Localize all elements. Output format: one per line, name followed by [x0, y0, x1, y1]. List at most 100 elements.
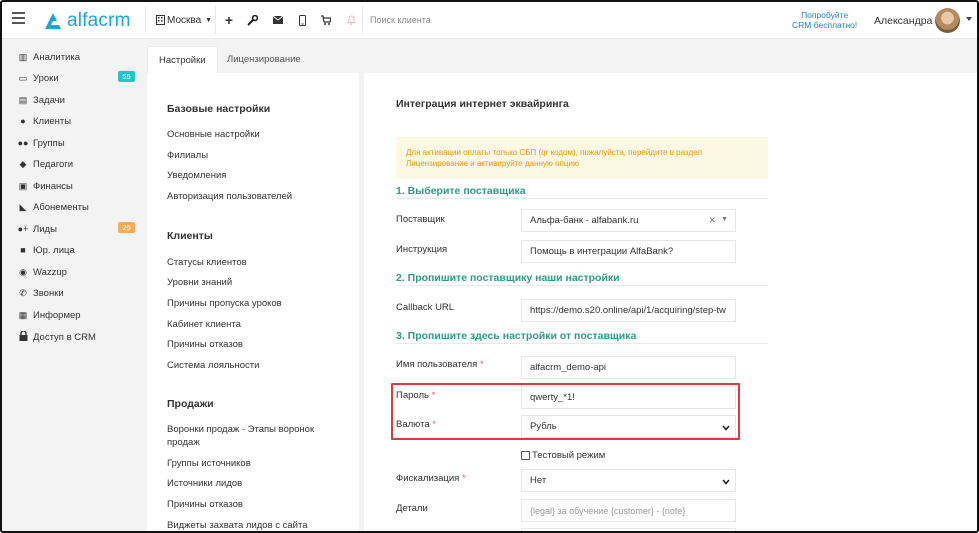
graduation-icon: ◆ [19, 158, 27, 169]
checkbox-box[interactable] [521, 451, 530, 460]
lessons-count-badge: 55 [118, 71, 135, 82]
settings-link[interactable]: Филиалы [167, 149, 352, 162]
acquiring-integration-panel: Интеграция интернет эквайринга Для актив… [364, 73, 977, 531]
try-free-link[interactable]: Попробуйте CRM бесплатно! [792, 10, 857, 30]
settings-link[interactable]: Уровни знаний [167, 276, 352, 289]
sidebar-item-tasks[interactable]: ▤ Задачи [17, 93, 137, 107]
settings-link[interactable]: Группы источников [167, 457, 352, 470]
money-icon: ▣ [18, 180, 28, 191]
lock-icon [17, 330, 29, 343]
settings-link[interactable]: Причины пропуска уроков [167, 297, 352, 310]
sidebar-item-crm-access[interactable]: Доступ в CRM [17, 330, 137, 344]
password-field[interactable]: qwerty_*1! [521, 386, 736, 409]
settings-link[interactable]: Виджеты захвата лидов с сайта [167, 519, 352, 531]
tab-licensing[interactable]: Лицензирование [216, 46, 312, 73]
sidebar-item-lessons[interactable]: ▭ Уроки 55 [17, 71, 137, 85]
sidebar-item-groups[interactable]: ●● Группы [17, 136, 137, 150]
details-field[interactable]: {legal} за обучение {customer} - {note} [521, 499, 736, 522]
settings-link[interactable]: Кабинет клиента [167, 318, 352, 331]
tag-icon: ◣ [19, 201, 27, 212]
step-2-title: 2. Пропишите поставщику наши настройки [396, 272, 768, 286]
try-line-2: CRM бесплатно! [792, 20, 858, 30]
leads-count-badge: 25 [118, 222, 135, 233]
app-window: alfacrm Москва ▼ + Поиск клиента Попробу… [0, 0, 979, 533]
sidebar-item-label: Группы [33, 137, 65, 149]
avatar[interactable] [935, 8, 960, 33]
tab-settings[interactable]: Настройки [147, 46, 218, 73]
fiscal-select[interactable]: Нет [521, 469, 736, 492]
sbp-alert: Для активации оплаты только СБП (qr кодо… [396, 137, 768, 179]
sidebar-item-label: Лиды [33, 223, 57, 235]
logo-mark-icon [45, 13, 61, 29]
sidebar-item-label: Финансы [33, 180, 73, 192]
tasks-icon: ▤ [18, 94, 28, 105]
city-selector[interactable]: Москва ▼ [153, 12, 212, 28]
chevron-down-icon: ▼ [205, 16, 213, 24]
step-3-title: 3. Пропишите здесь настройки от поставщи… [396, 330, 768, 344]
settings-link[interactable]: Основные настройки [167, 128, 352, 141]
settings-link[interactable]: Статусы клиентов [167, 256, 352, 269]
settings-link[interactable]: Источники лидов [167, 477, 352, 490]
callback-url-label: Callback URL [396, 302, 455, 313]
cart-button[interactable] [319, 12, 333, 28]
phone-call-icon: ✆ [19, 287, 27, 298]
sidebar-item-analytics[interactable]: ▥ Аналитика [17, 50, 137, 64]
clear-icon[interactable]: ✕ [708, 215, 716, 226]
sidebar-item-legal-entities[interactable]: ■ Юр. лица [17, 243, 137, 257]
sidebar-item-informer[interactable]: ▦ Информер [17, 308, 137, 322]
next-field-edge [521, 528, 736, 531]
top-bar: alfacrm Москва ▼ + Поиск клиента Попробу… [2, 2, 977, 39]
user-icon: ● [20, 116, 26, 126]
settings-link[interactable]: Авторизация пользователей [167, 190, 352, 203]
menu-icon[interactable] [12, 12, 25, 25]
logo[interactable]: alfacrm [44, 10, 131, 32]
required-mark: * [461, 473, 466, 484]
required-mark: * [431, 390, 436, 401]
section-title-sales: Продажи [167, 398, 214, 410]
sidebar-item-calls[interactable]: ✆ Звонки [17, 286, 137, 300]
notifications-button[interactable] [344, 12, 358, 28]
sidebar-item-label: Уроки [33, 72, 59, 84]
divider [362, 6, 363, 35]
settings-link[interactable]: Уведомления [167, 169, 352, 182]
sidebar-item-clients[interactable]: ● Клиенты [17, 114, 137, 128]
callback-url-field[interactable]: https://demo.s20.online/api/1/acquiring/… [521, 299, 736, 322]
settings-link[interactable]: Причины отказов [167, 338, 352, 351]
users-icon: ●● [17, 138, 29, 148]
phone-button[interactable] [295, 12, 309, 28]
divider [145, 6, 146, 35]
username-label: Имя пользователя * [396, 359, 484, 370]
user-name[interactable]: Александра [874, 15, 932, 27]
chevron-down-icon [722, 424, 730, 433]
settings-link[interactable]: Система лояльности [167, 359, 352, 372]
test-mode-checkbox[interactable]: Тестовый режим [521, 450, 605, 461]
sidebar-item-wazzup[interactable]: ◉ Wazzup [17, 265, 137, 279]
currency-select[interactable]: Рубль [521, 415, 736, 438]
sidebar-item-leads[interactable]: ●+ Лиды 25 [17, 222, 137, 236]
step-1-title: 1. Выберите поставщика [396, 185, 768, 199]
sidebar-item-finance[interactable]: ▣ Финансы [17, 179, 137, 193]
chart-icon: ▥ [18, 51, 28, 62]
search-input[interactable]: Поиск клиента [370, 15, 431, 25]
add-button[interactable]: + [222, 12, 236, 28]
sidebar-item-subscriptions[interactable]: ◣ Абонементы [17, 200, 137, 214]
sidebar-item-label: Звонки [33, 287, 64, 299]
provider-select[interactable]: Альфа-банк - alfabank.ru ✕ ▼ [521, 209, 736, 232]
plus-icon: + [224, 12, 234, 28]
settings-link[interactable]: Причины отказов [167, 498, 352, 511]
username-field[interactable]: alfacrm_demo-api [521, 356, 736, 379]
settings-link[interactable]: Воронки продаж - Этапы воронок продаж [167, 423, 327, 449]
chevron-down-icon[interactable]: ▼ [721, 216, 728, 223]
instruction-field[interactable]: Помощь в интеграции AlfaBank? [521, 240, 736, 263]
sidebar-item-label: Юр. лица [33, 244, 75, 256]
mail-button[interactable] [271, 12, 285, 28]
mail-icon [271, 13, 285, 27]
whatsapp-icon: ◉ [19, 266, 27, 277]
user-menu-caret-icon[interactable] [966, 17, 972, 21]
provider-label: Поставщик [396, 214, 445, 225]
sidebar-item-teachers[interactable]: ◆ Педагоги [17, 157, 137, 171]
briefcase-icon: ■ [20, 245, 26, 255]
currency-label-text: Валюта [396, 419, 430, 430]
settings-button[interactable] [245, 12, 259, 28]
fiscal-label-text: Фискализация [396, 473, 460, 484]
